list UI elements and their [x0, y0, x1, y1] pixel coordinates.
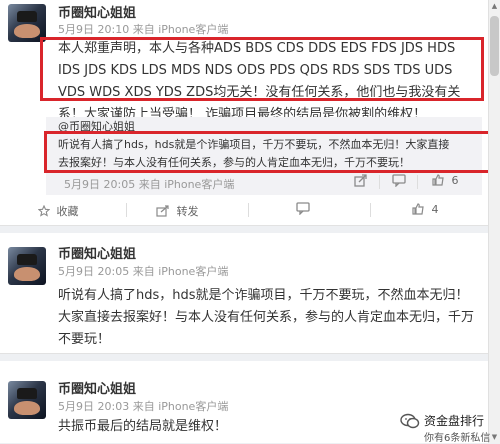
watermark-sub: 你有6条新私信	[424, 433, 491, 444]
like-count: 4	[431, 203, 439, 216]
watermark: 资金盘排行 你有6条新私信	[398, 410, 500, 444]
like-button[interactable]: 4	[412, 203, 439, 216]
post-meta: 5月9日 20:03 来自 iPhone客户端	[58, 398, 228, 414]
quote-like-button[interactable]: 6	[432, 174, 459, 187]
post-date[interactable]: 5月9日 20:10	[58, 23, 129, 36]
repost-quote: @币圈知心姐姐 听说有人搞了hds，hds就是个诈骗项目，千万不要玩，不然血本无…	[46, 117, 482, 195]
scrollbar-thumb[interactable]	[490, 16, 499, 76]
quote-meta: 5月9日 20:05 来自 iPhone客户端	[64, 176, 234, 192]
divider	[126, 203, 127, 217]
watermark-name: 资金盘排行	[424, 414, 485, 428]
quote-comment-icon[interactable]	[392, 174, 406, 190]
author-name[interactable]: 币圈知心姐姐	[58, 2, 136, 21]
post-meta: 5月9日 20:05 来自 iPhone客户端	[58, 263, 228, 279]
quote-share-icon[interactable]	[354, 174, 367, 190]
divider	[379, 175, 380, 189]
post-meta: 5月9日 20:10 来自 iPhone客户端	[58, 21, 228, 37]
quote-source: 来自 iPhone客户端	[138, 178, 235, 191]
avatar[interactable]	[8, 247, 46, 285]
post-source: 来自 iPhone客户端	[132, 400, 229, 413]
author-name[interactable]: 币圈知心姐姐	[58, 243, 136, 262]
divider	[370, 203, 371, 217]
quote-author[interactable]: @币圈知心姐姐	[58, 118, 135, 136]
quote-date[interactable]: 5月9日 20:05	[64, 178, 135, 191]
post-date[interactable]: 5月9日 20:03	[58, 400, 129, 413]
divider	[417, 175, 418, 189]
avatar[interactable]	[8, 4, 46, 42]
post-text: 听说有人搞了hds，hds就是个诈骗项目，千万不要玩，不然血本无归！大家直接去报…	[58, 288, 475, 347]
wechat-logo-icon	[400, 413, 420, 429]
comment-button[interactable]	[296, 202, 310, 218]
collect-label: 收藏	[56, 205, 79, 218]
post-source: 来自 iPhone客户端	[132, 23, 229, 36]
collect-button[interactable]: 收藏	[37, 203, 79, 219]
scroll-up-arrow[interactable]: ▲	[489, 0, 500, 12]
forward-button[interactable]: 转发	[156, 203, 199, 219]
author-name[interactable]: 币圈知心姐姐	[58, 378, 136, 397]
quote-like-count: 6	[451, 174, 459, 187]
post-source: 来自 iPhone客户端	[132, 265, 229, 278]
avatar[interactable]	[8, 381, 46, 419]
post-text: 共振币最后的结局就是维权！	[58, 419, 228, 434]
quote-text: 听说有人搞了hds，hds就是个诈骗项目，千万不要玩，不然血本无归！大家直接去报…	[58, 138, 450, 169]
divider	[248, 203, 249, 217]
post-text: 本人郑重声明，本人与各种ADS BDS CDS DDS EDS FDS JDS …	[58, 41, 461, 122]
scrollbar[interactable]: ▲ ▼	[488, 0, 500, 443]
post-date[interactable]: 5月9日 20:05	[58, 265, 129, 278]
weibo-post: 币圈知心姐姐 5月9日 20:10 来自 iPhone客户端 本人郑重声明，本人…	[0, 0, 496, 226]
weibo-post: 币圈知心姐姐 5月9日 20:05 来自 iPhone客户端 听说有人搞了hds…	[0, 233, 488, 354]
forward-label: 转发	[176, 205, 199, 218]
